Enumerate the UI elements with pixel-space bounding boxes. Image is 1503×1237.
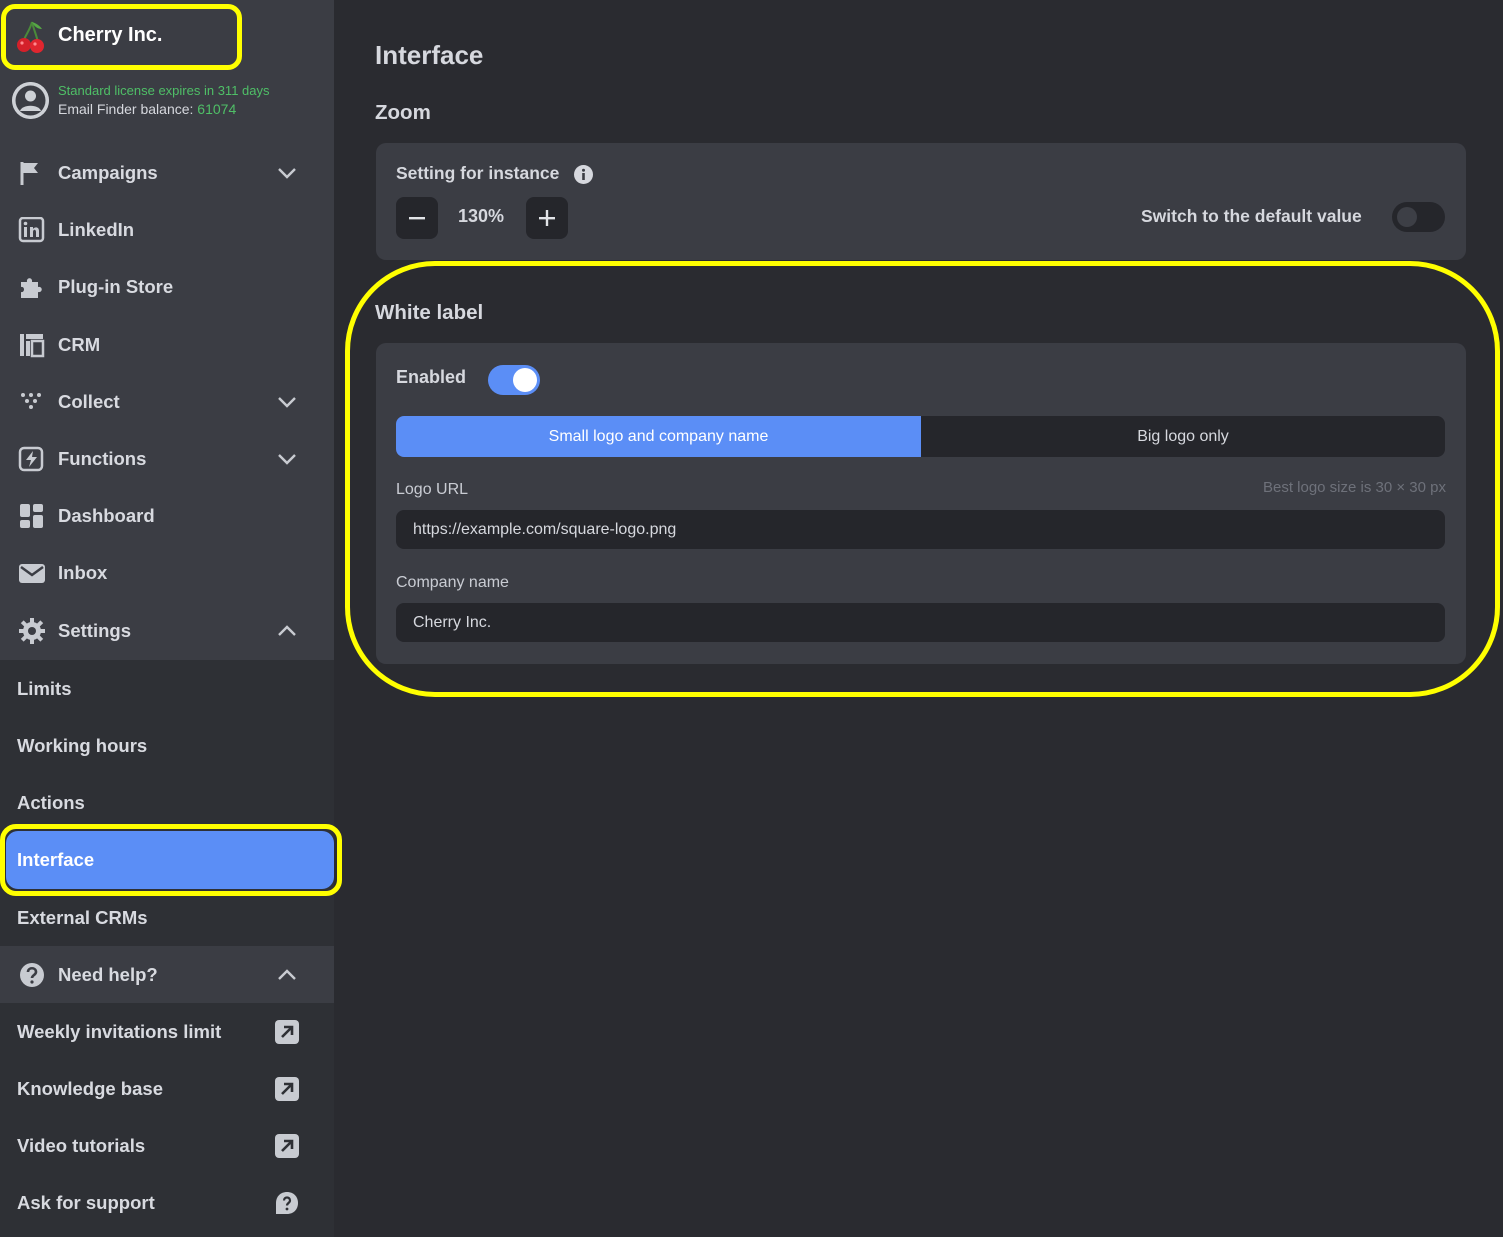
nav-settings-label: Settings bbox=[58, 620, 131, 641]
dashboard-icon bbox=[20, 504, 43, 528]
app-window: Cherry Inc. Standard license expires in … bbox=[0, 0, 1503, 1237]
nav-campaigns-label: Campaigns bbox=[58, 162, 158, 183]
minus-icon bbox=[409, 217, 425, 220]
nav-need-help[interactable]: Need help? bbox=[0, 946, 334, 1003]
mail-icon bbox=[19, 564, 45, 583]
toggle-knob bbox=[513, 368, 537, 392]
switch-default-label: Switch to the default value bbox=[1141, 206, 1362, 226]
help-knowledge-base[interactable]: Knowledge base bbox=[0, 1060, 334, 1117]
nav-dashboard-label: Dashboard bbox=[58, 505, 155, 526]
nav-inbox[interactable]: Inbox bbox=[0, 544, 334, 601]
sub-limits[interactable]: Limits bbox=[0, 660, 334, 717]
switch-default-toggle[interactable] bbox=[1392, 202, 1445, 232]
avatar-icon[interactable] bbox=[12, 82, 49, 119]
gear-icon bbox=[19, 618, 45, 644]
chat-question-icon bbox=[276, 1192, 298, 1214]
setting-for-instance-label: Setting for instance bbox=[396, 163, 560, 183]
nav-dashboard[interactable]: Dashboard bbox=[0, 487, 334, 544]
chevron-down-icon[interactable] bbox=[276, 391, 298, 413]
nav-campaigns[interactable]: Campaigns bbox=[0, 144, 334, 201]
sub-limits-label: Limits bbox=[17, 678, 72, 699]
zoom-section-title: Zoom bbox=[375, 101, 431, 124]
plus-icon bbox=[539, 210, 555, 226]
info-icon[interactable] bbox=[574, 165, 593, 184]
settings-submenu: Limits Working hours Actions Interface E… bbox=[0, 660, 334, 946]
nav-inbox-label: Inbox bbox=[58, 562, 108, 583]
external-link-icon bbox=[275, 1020, 299, 1044]
page-title: Interface bbox=[375, 40, 484, 70]
sub-external-crms[interactable]: External CRMs bbox=[0, 889, 334, 946]
help-submenu: Weekly invitations limit Knowledge base … bbox=[0, 1003, 334, 1237]
license-info: Standard license expires in 311 days Ema… bbox=[12, 82, 332, 122]
external-link-icon bbox=[275, 1134, 299, 1158]
logo-size-hint: Best logo size is 30 × 30 px bbox=[1262, 479, 1446, 496]
sidebar: Cherry Inc. Standard license expires in … bbox=[0, 0, 342, 1237]
help-video-label: Video tutorials bbox=[17, 1135, 146, 1156]
chevron-up-icon[interactable] bbox=[276, 620, 298, 642]
collect-icon bbox=[21, 393, 41, 409]
puzzle-icon bbox=[21, 278, 42, 298]
sub-actions-label: Actions bbox=[17, 792, 85, 813]
zoom-value: 130% bbox=[458, 206, 505, 226]
chevron-down-icon[interactable] bbox=[276, 448, 298, 470]
license-status: Standard license expires in 311 days bbox=[58, 83, 270, 98]
highlight-interface bbox=[0, 824, 342, 896]
nav-collect[interactable]: Collect bbox=[0, 373, 334, 430]
logo-url-input[interactable]: https://example.com/square-logo.png bbox=[396, 510, 1445, 549]
zoom-increase-button[interactable] bbox=[526, 197, 568, 239]
help-knowledge-label: Knowledge base bbox=[17, 1078, 163, 1099]
help-weekly-label: Weekly invitations limit bbox=[17, 1021, 222, 1042]
linkedin-icon bbox=[18, 217, 45, 243]
email-finder-balance: Email Finder balance: 61074 bbox=[58, 101, 236, 117]
white-label-enabled-toggle[interactable] bbox=[488, 365, 540, 395]
white-label-enabled-label: Enabled bbox=[396, 367, 467, 387]
nav-settings[interactable]: Settings bbox=[0, 602, 334, 659]
crm-icon bbox=[20, 334, 45, 358]
external-link-icon bbox=[275, 1077, 299, 1101]
nav-functions[interactable]: Functions bbox=[0, 430, 334, 487]
highlight-brand bbox=[1, 4, 242, 70]
nav-collect-label: Collect bbox=[58, 391, 120, 412]
toggle-knob bbox=[1397, 207, 1417, 227]
nav-crm-label: CRM bbox=[58, 334, 101, 355]
flag-icon bbox=[20, 162, 38, 185]
zoom-card: Setting for instance 130% Switch to the … bbox=[376, 143, 1466, 260]
sub-actions[interactable]: Actions bbox=[0, 774, 334, 831]
option-small-logo[interactable]: Small logo and company name bbox=[396, 416, 921, 457]
sub-working-hours-label: Working hours bbox=[17, 735, 148, 756]
sub-external-crms-label: External CRMs bbox=[17, 907, 148, 928]
option-big-logo[interactable]: Big logo only bbox=[921, 416, 1445, 457]
help-weekly-limit[interactable]: Weekly invitations limit bbox=[0, 1003, 334, 1060]
chevron-up-icon[interactable] bbox=[276, 964, 298, 986]
help-icon bbox=[20, 963, 44, 987]
need-help-label: Need help? bbox=[58, 964, 158, 985]
logo-url-label: Logo URL bbox=[396, 481, 469, 498]
nav-plugin-store[interactable]: Plug-in Store bbox=[0, 258, 334, 315]
logo-mode-segmented-control: Small logo and company name Big logo onl… bbox=[396, 416, 1445, 457]
functions-icon bbox=[18, 446, 44, 472]
nav-functions-label: Functions bbox=[58, 448, 147, 469]
zoom-decrease-button[interactable] bbox=[396, 197, 438, 239]
company-name-label: Company name bbox=[396, 574, 509, 591]
nav-linkedin-label: LinkedIn bbox=[58, 219, 135, 240]
help-support-label: Ask for support bbox=[17, 1192, 155, 1213]
sub-working-hours[interactable]: Working hours bbox=[0, 717, 334, 774]
white-label-card: Enabled Small logo and company name Big … bbox=[376, 343, 1466, 664]
help-video-tutorials[interactable]: Video tutorials bbox=[0, 1117, 334, 1174]
nav-plugin-store-label: Plug-in Store bbox=[58, 276, 174, 297]
main-content: Interface Zoom Setting for instance 130%… bbox=[334, 0, 1503, 1237]
help-ask-support[interactable]: Ask for support bbox=[0, 1174, 334, 1231]
nav-linkedin[interactable]: LinkedIn bbox=[0, 201, 334, 258]
balance-value: 61074 bbox=[197, 101, 237, 117]
nav-crm[interactable]: CRM bbox=[0, 316, 334, 373]
balance-label: Email Finder balance: bbox=[58, 101, 194, 117]
white-label-section-title: White label bbox=[375, 301, 484, 324]
chevron-down-icon[interactable] bbox=[276, 162, 298, 184]
company-name-input[interactable]: Cherry Inc. bbox=[396, 603, 1445, 642]
